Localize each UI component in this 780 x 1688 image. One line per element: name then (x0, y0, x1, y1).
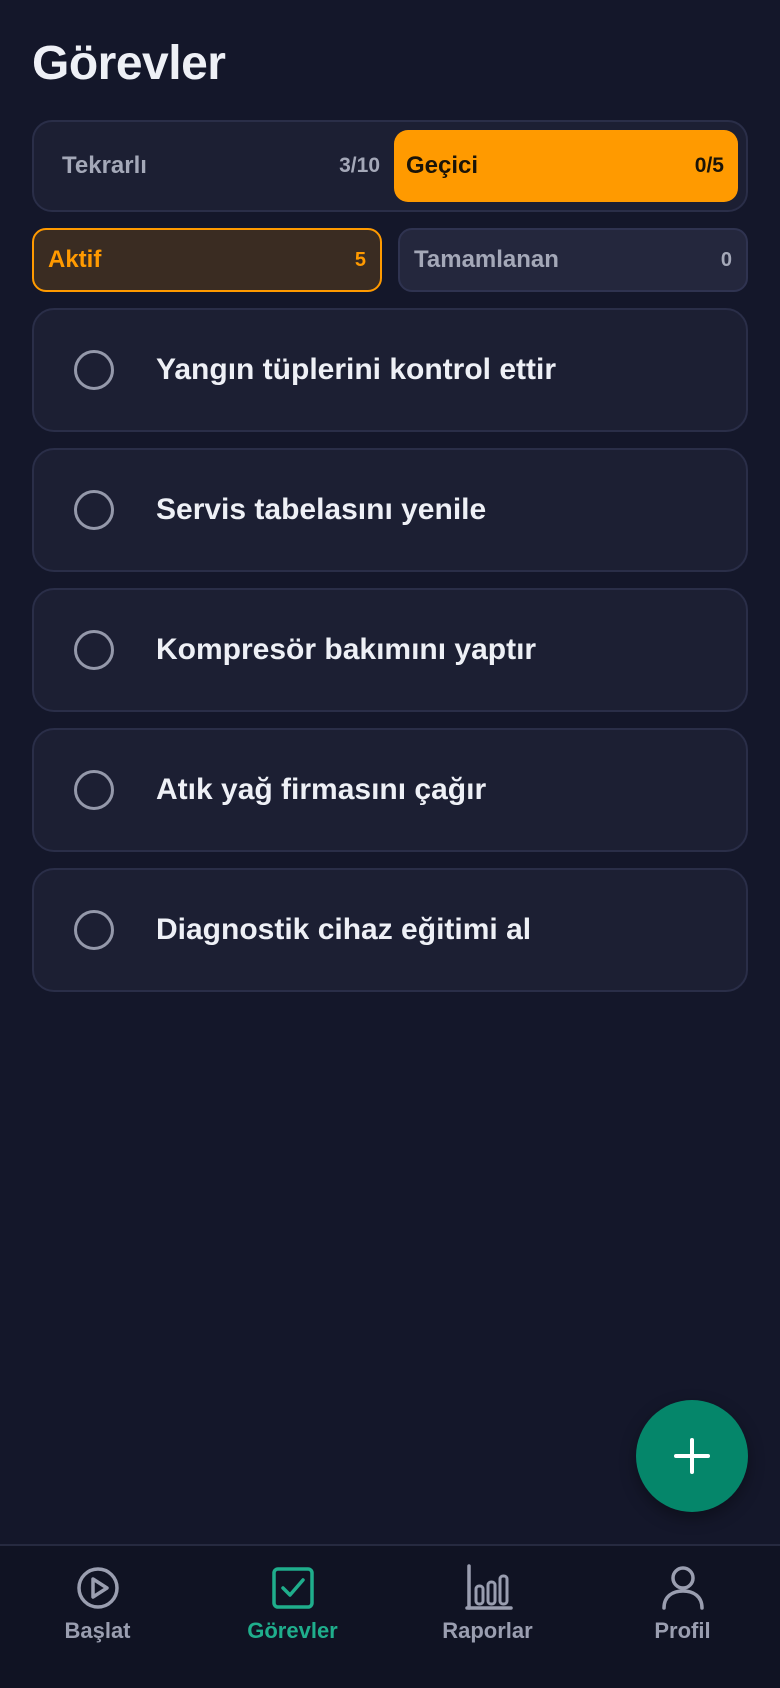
segment-temporary-count: 0/5 (694, 154, 724, 177)
tab-reports-label: Raporlar (442, 1618, 533, 1643)
filter-completed-label: Tamamlanan (414, 246, 559, 273)
task-item[interactable]: Atık yağ firmasını çağır (32, 728, 748, 852)
segment-temporary[interactable]: Geçici 0/5 (394, 130, 738, 202)
filter-active-label: Aktif (48, 246, 102, 273)
segment-temporary-label: Geçici (406, 152, 479, 179)
page-title: Görevler (32, 37, 226, 90)
tab-start-label: Başlat (64, 1618, 131, 1643)
filter-completed-count: 0 (720, 248, 732, 271)
segment-recurring-label: Tekrarlı (62, 152, 147, 179)
task-title: Atık yağ firmasını çağır (156, 773, 487, 806)
tab-profile-label: Profil (654, 1618, 711, 1643)
filter-active-count: 5 (354, 248, 366, 271)
task-title: Yangın tüplerini kontrol ettir (156, 353, 557, 386)
task-item[interactable]: Kompresör bakımını yaptır (32, 588, 748, 712)
task-checkbox[interactable] (74, 490, 114, 530)
bar-chart-icon (464, 1564, 513, 1610)
task-item[interactable]: Diagnostik cihaz eğitimi al (32, 868, 748, 992)
task-item[interactable]: Servis tabelasını yenile (32, 448, 748, 572)
task-title: Diagnostik cihaz eğitimi al (156, 913, 532, 946)
tab-tasks[interactable]: Görevler (195, 1546, 390, 1688)
task-checkbox[interactable] (74, 350, 114, 390)
task-title: Kompresör bakımını yaptır (156, 633, 537, 666)
bottom-tab-bar: Başlat Görevler Raporlar Profil (0, 1544, 780, 1688)
add-task-button[interactable] (636, 1400, 748, 1512)
checkbox-icon (271, 1567, 314, 1609)
tab-profile[interactable]: Profil (585, 1546, 780, 1688)
task-title: Servis tabelasını yenile (156, 493, 487, 526)
user-icon (661, 1566, 704, 1610)
segment-recurring[interactable]: Tekrarlı 3/10 (42, 130, 394, 202)
task-type-selector: Tekrarlı 3/10 Geçici 0/5 (32, 120, 748, 212)
tasks-screen: Görevler Tekrarlı 3/10 Geçici 0/5 Aktif … (0, 0, 780, 1688)
segment-recurring-count: 3/10 (339, 154, 380, 177)
task-item[interactable]: Yangın tüplerini kontrol ettir (32, 308, 748, 432)
task-list: Yangın tüplerini kontrol ettir Servis ta… (32, 308, 748, 1008)
plus-icon (674, 1438, 710, 1474)
play-circle-icon (76, 1567, 119, 1609)
tab-start[interactable]: Başlat (0, 1546, 195, 1688)
filter-completed[interactable]: Tamamlanan 0 (398, 228, 748, 292)
task-checkbox[interactable] (74, 770, 114, 810)
status-filter: Aktif 5 Tamamlanan 0 (32, 228, 748, 292)
task-checkbox[interactable] (74, 910, 114, 950)
filter-active[interactable]: Aktif 5 (32, 228, 382, 292)
tab-reports[interactable]: Raporlar (390, 1546, 585, 1688)
tab-tasks-label: Görevler (247, 1618, 338, 1643)
task-checkbox[interactable] (74, 630, 114, 670)
